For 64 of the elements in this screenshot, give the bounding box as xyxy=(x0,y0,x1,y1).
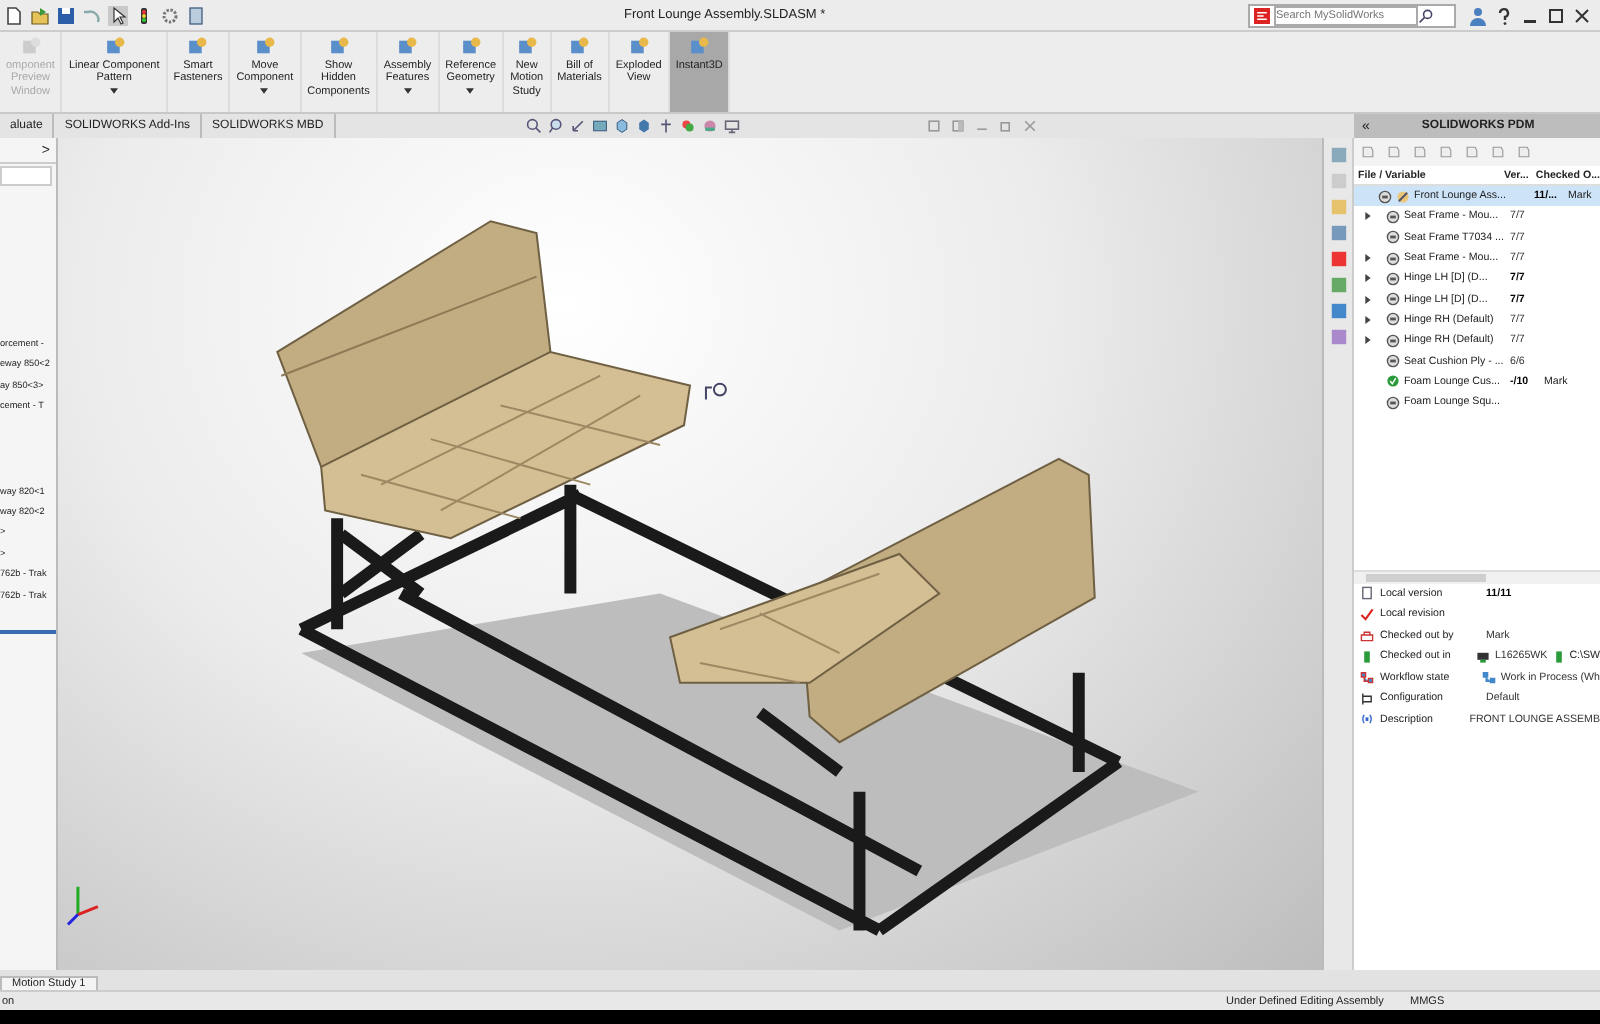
hide-show-icon[interactable] xyxy=(657,118,674,134)
tool-icon xyxy=(327,36,350,58)
tool-icon xyxy=(253,36,276,58)
caret-icon[interactable] xyxy=(466,87,475,94)
close-icon[interactable] xyxy=(1572,5,1592,25)
monitor-icon[interactable] xyxy=(723,118,740,134)
tool-icon xyxy=(103,36,126,58)
save-icon[interactable] xyxy=(56,5,76,25)
settings-icon[interactable] xyxy=(160,5,180,25)
caret-icon[interactable] xyxy=(110,87,119,94)
help-icon[interactable] xyxy=(1494,5,1514,25)
checked-out-icon xyxy=(1386,374,1400,389)
caret-icon[interactable] xyxy=(260,87,269,94)
check-mark-icon xyxy=(1360,607,1374,622)
part-icon xyxy=(1386,209,1400,224)
document-icon xyxy=(1360,586,1374,601)
zoom-cursor-icon xyxy=(704,382,727,401)
configuration-icon xyxy=(1360,691,1374,706)
tool-icon xyxy=(396,36,419,58)
tool-icon xyxy=(627,36,650,58)
section-view-icon[interactable] xyxy=(591,118,608,134)
part-icon xyxy=(1386,230,1400,245)
restore-icon[interactable] xyxy=(1546,5,1566,25)
display-style-icon[interactable] xyxy=(635,118,652,134)
zoom-to-fit-icon[interactable] xyxy=(525,118,542,134)
part-icon xyxy=(1386,354,1400,369)
open-folder-icon[interactable] xyxy=(30,5,50,25)
workflow-icon xyxy=(1482,670,1497,685)
tool-icon xyxy=(459,36,482,58)
part-icon xyxy=(1386,292,1400,307)
part-icon xyxy=(1386,271,1400,286)
expand-arrow-icon[interactable] xyxy=(1364,315,1372,324)
expand-arrow-icon[interactable] xyxy=(1364,295,1372,304)
panel-icon[interactable] xyxy=(186,5,206,25)
workflow-icon xyxy=(1360,670,1374,685)
tool-icon xyxy=(688,36,711,58)
select-arrow-icon[interactable] xyxy=(108,5,128,25)
variable-icon xyxy=(1360,712,1374,727)
appearance-icon[interactable] xyxy=(679,118,696,134)
tool-icon xyxy=(568,36,591,58)
filter-field[interactable] xyxy=(0,166,52,186)
previous-view-icon[interactable] xyxy=(569,118,586,134)
scene-icon[interactable] xyxy=(701,118,718,134)
axis-triad-icon xyxy=(66,886,99,926)
caret-icon[interactable] xyxy=(403,87,412,94)
expand-arrow-icon[interactable] xyxy=(1364,212,1372,221)
tool-icon xyxy=(186,36,209,58)
tile-icon[interactable] xyxy=(925,118,942,134)
part-icon xyxy=(1386,333,1400,348)
expand-arrow-icon[interactable] xyxy=(1364,274,1372,283)
scrollbar-thumb[interactable] xyxy=(1366,573,1486,581)
zoom-area-icon[interactable] xyxy=(547,118,564,134)
new-document-icon[interactable] xyxy=(4,5,24,25)
expand-arrow-icon[interactable] xyxy=(1364,254,1372,263)
expand-arrow-icon[interactable] xyxy=(1364,336,1372,345)
tile-icon[interactable] xyxy=(949,118,966,134)
search-icon[interactable] xyxy=(1418,7,1434,23)
part-icon xyxy=(1386,395,1400,410)
tool-icon xyxy=(515,36,538,58)
part-icon xyxy=(1378,189,1392,204)
view-orientation-icon[interactable] xyxy=(613,118,630,134)
part-icon xyxy=(1386,251,1400,266)
assembly-pencil-icon xyxy=(1396,189,1410,204)
part-icon xyxy=(1386,312,1400,327)
